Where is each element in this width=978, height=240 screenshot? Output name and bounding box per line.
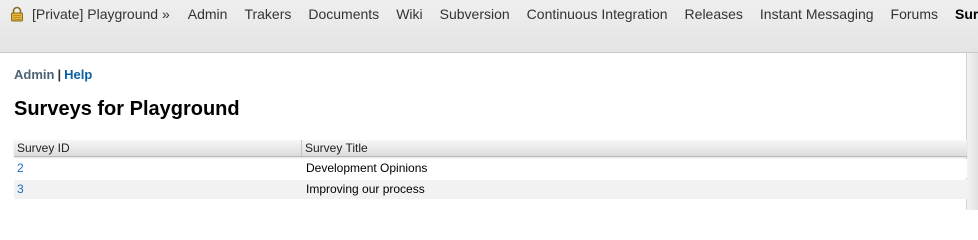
- nav-item-surveys[interactable]: Surveys: [955, 6, 978, 22]
- top-navigation-bar: [Private] Playground » Admin Trakers Doc…: [0, 0, 978, 53]
- lock-icon: [10, 6, 24, 22]
- survey-id-link[interactable]: 3: [14, 180, 302, 199]
- nav-item-documents[interactable]: Documents: [308, 6, 379, 22]
- nav-item-continuous-integration[interactable]: Continuous Integration: [527, 6, 668, 22]
- survey-id-link[interactable]: 2: [14, 159, 302, 178]
- surveys-table: Survey ID Survey Title 2 Development Opi…: [14, 140, 967, 199]
- survey-title: Development Opinions: [302, 159, 967, 178]
- nav-item-wiki[interactable]: Wiki: [396, 6, 422, 22]
- column-header-survey-id[interactable]: Survey ID: [14, 140, 302, 156]
- sub-navigation: Admin | Help: [14, 67, 92, 82]
- nav-item-instant-messaging[interactable]: Instant Messaging: [760, 6, 874, 22]
- nav-item-forums[interactable]: Forums: [891, 6, 938, 22]
- main-nav: [Private] Playground » Admin Trakers Doc…: [10, 5, 978, 23]
- column-header-survey-title[interactable]: Survey Title: [302, 140, 967, 156]
- subnav-help-link[interactable]: Help: [64, 67, 92, 82]
- table-row: 3 Improving our process: [14, 180, 967, 199]
- scrollbar-edge[interactable]: [966, 53, 978, 210]
- nav-item-admin[interactable]: Admin: [188, 6, 228, 22]
- subnav-separator: |: [57, 67, 62, 82]
- nav-item-trakers[interactable]: Trakers: [244, 6, 291, 22]
- table-row: 2 Development Opinions: [14, 159, 967, 178]
- nav-item-subversion[interactable]: Subversion: [440, 6, 510, 22]
- nav-item-releases[interactable]: Releases: [685, 6, 743, 22]
- survey-title: Improving our process: [302, 180, 967, 199]
- page-title: Surveys for Playground: [14, 98, 240, 120]
- project-breadcrumb[interactable]: [Private] Playground »: [32, 6, 170, 22]
- subnav-admin-link[interactable]: Admin: [14, 67, 54, 82]
- table-header: Survey ID Survey Title: [14, 140, 967, 157]
